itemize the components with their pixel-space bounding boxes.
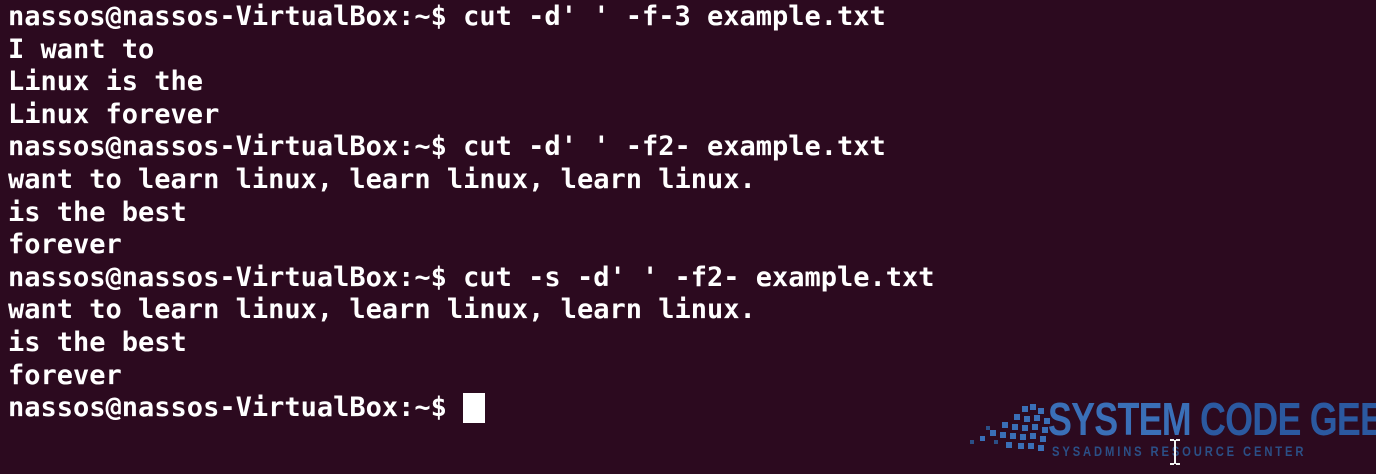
output-text: want to learn linux, learn linux, learn … [8,163,756,195]
command-line: nassos@nassos-VirtualBox:~$ cut -s -d' '… [8,262,1376,295]
shell-prompt: nassos@nassos-VirtualBox:~$ [8,392,464,424]
output-text: Linux is the [8,66,204,98]
command-text: cut -d' ' -f-3 example.txt [463,1,886,32]
output-line: forever [8,229,1376,262]
output-text: want to learn linux, learn linux, learn … [8,294,756,326]
terminal-window[interactable]: nassos@nassos-VirtualBox:~$ cut -d' ' -f… [0,0,1376,474]
output-line: I want to [8,34,1376,67]
command-line: nassos@nassos-VirtualBox:~$ cut -d' ' -f… [8,1,1376,34]
logo-title-code-geeks: CODE GEEKS [1200,393,1376,445]
logo-dots-icon [970,404,1050,451]
output-text: forever [8,229,122,261]
text-cursor [463,393,486,424]
shell-prompt: nassos@nassos-VirtualBox:~$ [8,261,464,293]
system-code-geeks-watermark: SYSTEM CODE GEEKS SYSADMINS RESOURCE CEN… [966,392,1376,472]
output-line: Linux forever [8,99,1376,132]
output-line: want to learn linux, learn linux, learn … [8,164,1376,197]
logo-title: SYSTEM CODE GEEKS [1048,394,1376,444]
output-line: Linux is the [8,66,1376,99]
output-line: is the best [8,327,1376,360]
terminal-output: nassos@nassos-VirtualBox:~$ cut -d' ' -f… [8,1,1376,425]
output-line: want to learn linux, learn linux, learn … [8,294,1376,327]
output-text: I want to [8,33,155,65]
shell-prompt: nassos@nassos-VirtualBox:~$ [8,131,464,163]
output-text: forever [8,359,122,391]
command-text: cut -d' ' -f2- example.txt [463,131,886,163]
i-beam-cursor-icon [1170,439,1180,465]
command-text: cut -s -d' ' -f2- example.txt [463,261,935,293]
output-text: is the best [8,326,187,358]
output-text: is the best [8,196,187,228]
output-text: Linux forever [8,98,220,130]
output-line: forever [8,360,1376,393]
output-line: is the best [8,197,1376,230]
shell-prompt: nassos@nassos-VirtualBox:~$ [8,1,464,32]
command-line: nassos@nassos-VirtualBox:~$ cut -d' ' -f… [8,131,1376,164]
